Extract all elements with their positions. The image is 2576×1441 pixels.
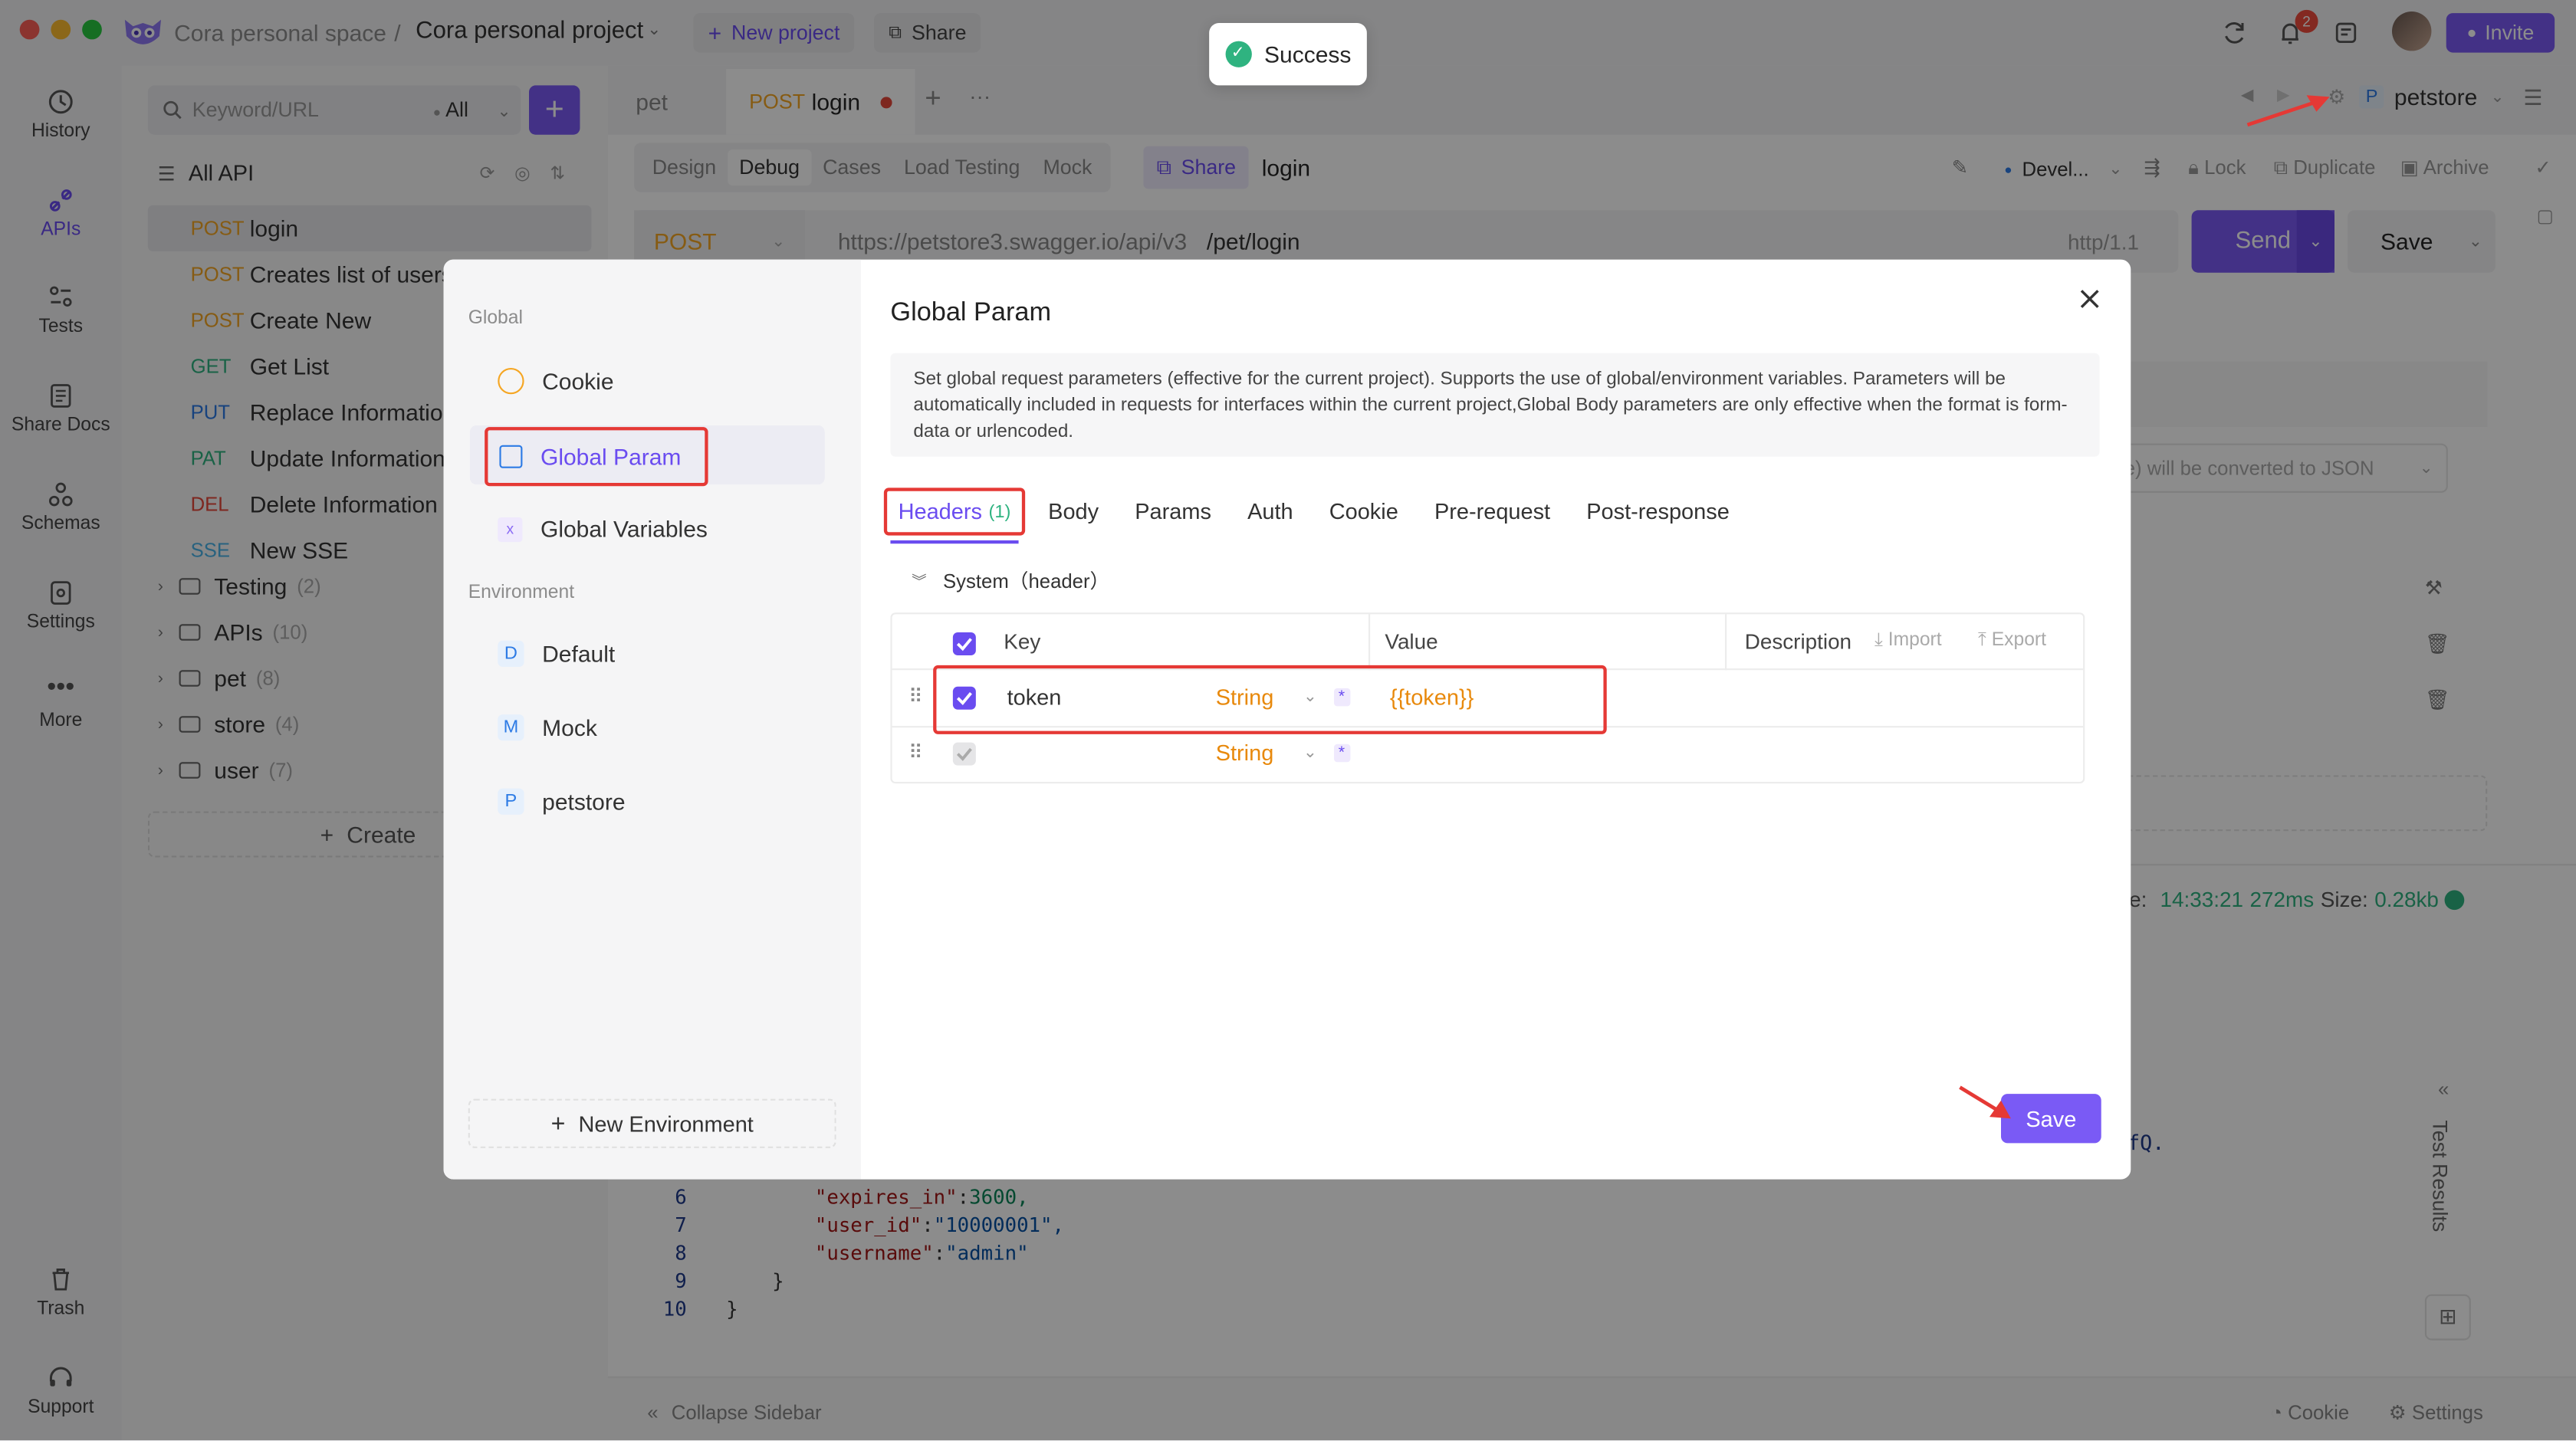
modal-tab-body[interactable]: Body: [1048, 499, 1099, 524]
header-row: ⠿ String ⌄ *: [892, 726, 2084, 782]
success-toast: ✓ Success: [1209, 23, 1367, 86]
modal-tab-auth[interactable]: Auth: [1247, 499, 1293, 524]
collapse-arrow-icon: ︾: [912, 573, 927, 590]
environment-item[interactable]: D Default: [498, 640, 616, 667]
highlight-box: [933, 665, 1607, 734]
environment-name: Default: [542, 640, 616, 667]
global-param-icon: [499, 445, 523, 468]
modal-tab-params[interactable]: Params: [1135, 499, 1211, 524]
variables-icon: x: [498, 516, 523, 542]
import-button[interactable]: ⤓ Import: [1875, 631, 1942, 652]
active-tab-underline: [890, 540, 1019, 544]
environment-letter-icon: M: [498, 714, 524, 741]
row-checkbox[interactable]: [952, 742, 976, 766]
close-icon[interactable]: [2080, 289, 2100, 309]
modal-nav-global-variables[interactable]: x Global Variables: [498, 516, 708, 542]
environment-item[interactable]: Ppetstore: [498, 788, 626, 815]
chevron-down-icon: ⌄: [1303, 743, 1317, 763]
tab-headers[interactable]: Headers (1): [883, 487, 1026, 536]
modal-description: Set global request parameters (effective…: [890, 353, 2100, 457]
col-key: Key: [1004, 629, 1041, 654]
modal-tab-cookie[interactable]: Cookie: [1329, 499, 1398, 524]
environment-name: Mock: [542, 714, 597, 741]
new-environment-button[interactable]: + New Environment: [468, 1098, 836, 1148]
export-button[interactable]: ⤒ Export: [1978, 631, 2046, 652]
col-description: Description: [1744, 629, 1852, 654]
col-value: Value: [1385, 629, 1438, 654]
environment-letter-icon: D: [498, 640, 524, 667]
environment-name: petstore: [542, 788, 626, 815]
modal-tabs: Body Params Auth Cookie Pre-request Post-resp…: [1048, 499, 1766, 524]
system-header-toggle[interactable]: ︾ System（header）: [912, 566, 1109, 594]
environment-section-label: Environment: [468, 583, 575, 603]
modal-nav-global-param[interactable]: Global Param: [485, 427, 708, 487]
environment-letter-icon: P: [498, 788, 524, 815]
headers-table: Key Value Description ⤓ Import ⤒ Export …: [890, 612, 2085, 784]
global-section-label: Global: [468, 308, 523, 329]
select-all-checkbox[interactable]: [952, 632, 976, 655]
annotation-arrow: [2241, 89, 2340, 132]
global-param-modal: Global Cookie Global Param x Global Vari…: [443, 259, 2131, 1180]
required-asterisk-icon[interactable]: *: [1333, 743, 1350, 763]
annotation-arrow: [1955, 1081, 2021, 1124]
modal-tab-post-response[interactable]: Post-response: [1586, 499, 1730, 524]
modal-tab-pre-request[interactable]: Pre-request: [1434, 499, 1550, 524]
modal-title: Global Param: [890, 299, 1052, 327]
modal-nav-cookie[interactable]: Cookie: [498, 368, 614, 395]
drag-handle-icon[interactable]: ⠿: [909, 685, 923, 708]
cookie-icon: [498, 368, 524, 395]
type-select[interactable]: String ⌄ *: [1216, 740, 1350, 766]
environment-item[interactable]: M Mock: [498, 714, 597, 741]
check-circle-icon: ✓: [1224, 41, 1251, 67]
header-row: ⠿ token String ⌄ * {{token}}: [892, 665, 2084, 734]
modal-sidebar: Global Cookie Global Param x Global Vari…: [443, 259, 861, 1180]
plus-icon: +: [550, 1109, 566, 1137]
drag-handle-icon[interactable]: ⠿: [909, 740, 923, 763]
